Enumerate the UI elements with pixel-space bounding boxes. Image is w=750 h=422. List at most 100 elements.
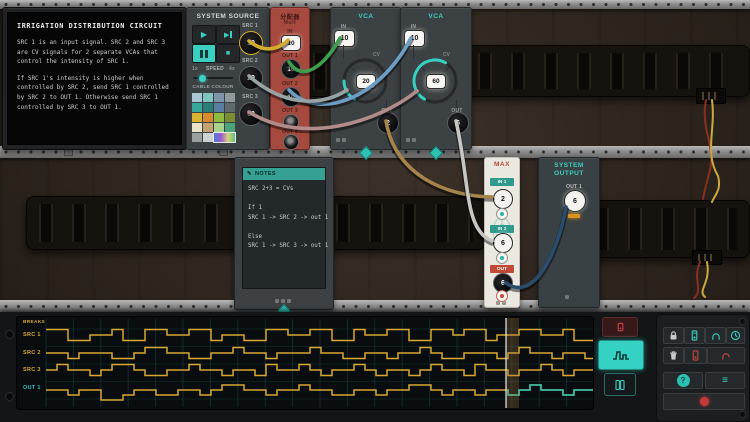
max-in1-port[interactable] <box>496 208 508 220</box>
record-button[interactable] <box>663 393 745 410</box>
delete-cable-icon <box>720 350 732 361</box>
help-icon: ? <box>677 374 690 387</box>
pause-icon <box>200 50 208 58</box>
oscilloscope-screen: BREAKS SRC 1 SRC 2 SRC 3 OUT 1 <box>16 316 594 410</box>
note-line <box>248 195 320 205</box>
max-out-label: OUT <box>490 265 514 273</box>
src2-label: SRC 2 <box>239 58 261 64</box>
puzzle-title: IRRIGATION DISTRIBUTION CIRCUIT <box>17 22 172 30</box>
notes-screen[interactable]: ✎ NOTES SRC 2+3 = CVs If 1SRC 1 -> SRC 2… <box>242 167 326 289</box>
trash-button[interactable] <box>663 347 684 364</box>
cable-colour-swatch[interactable] <box>214 113 224 122</box>
speed-label: SPEED <box>204 66 226 72</box>
panel-screw <box>739 318 746 325</box>
history-button[interactable] <box>726 327 745 344</box>
system-source-module[interactable]: SYSTEM SOURCE ▶ ▶ ■ 1x SPEED 4x CABLE CO… <box>186 7 270 150</box>
game-rack-view: IRRIGATION DISTRIBUTION CIRCUIT SRC 1 is… <box>0 0 750 422</box>
cable-colour-swatch[interactable] <box>192 133 202 142</box>
cable-colour-swatch[interactable] <box>214 93 224 102</box>
src3-label: SRC 3 <box>239 94 261 100</box>
instruction-screen-module[interactable]: IRRIGATION DISTRIBUTION CIRCUIT SRC 1 is… <box>2 7 187 150</box>
add-module-icon <box>689 330 700 341</box>
lock-icon <box>668 330 679 341</box>
step-icon-bar <box>230 31 232 38</box>
module-footer-icons <box>336 138 346 142</box>
record-icon <box>700 397 709 406</box>
panel-screw <box>5 330 14 339</box>
note-line: Else <box>248 233 320 243</box>
play-icon: ▶ <box>201 30 207 39</box>
notes-body[interactable]: SRC 2+3 = CVs If 1SRC 1 -> SRC 2 -> out … <box>243 180 325 257</box>
module-footer-icons <box>406 138 416 142</box>
mult-out4-jack[interactable] <box>283 134 299 150</box>
cable-colour-swatch[interactable] <box>225 93 235 102</box>
max-title: MAX <box>485 161 519 168</box>
system-output-title-2: OUTPUT <box>539 170 599 177</box>
cable-colour-label: CABLE COLOUR <box>190 85 236 90</box>
breaks-alert-button[interactable] <box>602 317 638 337</box>
speed-slider-thumb[interactable] <box>199 75 206 82</box>
sysout-led <box>568 214 580 218</box>
delete-cable-button[interactable] <box>707 347 745 364</box>
vca1-title: VCA <box>331 13 401 20</box>
note-line: SRC 1 -> SRC 2 -> out 1 <box>248 214 320 224</box>
cable-colour-swatch[interactable] <box>225 123 235 132</box>
add-cable-button[interactable] <box>705 327 726 344</box>
delete-module-button[interactable] <box>684 347 707 364</box>
vca2-module[interactable]: VCA IN 10 CV 60 OUT 6 <box>400 7 472 150</box>
menu-button[interactable]: ≡ <box>705 372 745 389</box>
cable-colour-swatch[interactable] <box>225 113 235 122</box>
cable-colour-swatch[interactable] <box>214 103 224 112</box>
module-footer-icons <box>565 295 569 299</box>
history-clock-icon <box>730 330 741 341</box>
note-line: SRC 2+3 = CVs <box>248 185 320 195</box>
puzzle-description-1: SRC 1 is an input signal. SRC 2 and SRC … <box>17 38 172 67</box>
max-in1-knob[interactable]: 2 <box>493 189 513 209</box>
cable-colour-swatch[interactable] <box>203 123 213 132</box>
cable-colour-swatch[interactable] <box>192 123 202 132</box>
cable-colour-swatch[interactable] <box>192 93 202 102</box>
lock-button[interactable] <box>663 327 684 344</box>
busboard-middle-right <box>582 200 750 258</box>
system-source-title: SYSTEM SOURCE <box>187 13 269 20</box>
delete-module-icon <box>690 350 701 361</box>
speed-min-label: 1x <box>192 66 198 72</box>
stop-button[interactable]: ■ <box>216 44 240 63</box>
cable-colour-swatch[interactable] <box>203 93 213 102</box>
notes-title: NOTES <box>255 171 276 177</box>
scope-view-button[interactable] <box>598 340 644 370</box>
stop-icon: ■ <box>226 50 230 57</box>
vca2-cv-value[interactable]: 60 <box>426 74 446 89</box>
rail-mount-glyph <box>219 149 228 156</box>
add-cable-icon <box>710 330 722 341</box>
cable-colour-swatch[interactable] <box>225 103 235 112</box>
help-button[interactable]: ? <box>663 372 703 389</box>
puzzle-description-2: If SRC 1's intensity is higher when cont… <box>17 74 172 112</box>
cable-colour-swatch[interactable] <box>203 113 213 122</box>
rack-view-button[interactable] <box>604 373 636 396</box>
rail-mount-glyph <box>64 149 73 156</box>
add-module-button[interactable] <box>684 327 705 344</box>
power-connector-top <box>696 88 726 104</box>
system-output-title-1: SYSTEM <box>539 162 599 169</box>
control-panel: ? ≡ <box>656 314 750 422</box>
menu-icon: ≡ <box>722 376 728 386</box>
step-icon: ▶ <box>224 31 229 39</box>
cable-colour-swatch[interactable] <box>192 103 202 112</box>
trash-icon <box>668 350 679 361</box>
cable-colour-swatch[interactable] <box>203 103 213 112</box>
cable-colour-swatch[interactable] <box>214 123 224 132</box>
max-in2-knob[interactable]: 6 <box>493 233 513 253</box>
notes-module[interactable]: ✎ NOTES SRC 2+3 = CVs If 1SRC 1 -> SRC 2… <box>234 157 334 310</box>
module-footer-icons <box>275 299 291 303</box>
note-line <box>248 223 320 233</box>
breaks-icon <box>615 322 626 333</box>
max-in2-port[interactable] <box>496 252 508 264</box>
system-output-module[interactable]: SYSTEM OUTPUT OUT 1 6 <box>538 157 600 308</box>
play-button[interactable]: ▶ <box>192 25 216 44</box>
cable-colour-swatch[interactable] <box>192 113 202 122</box>
step-button[interactable]: ▶ <box>216 25 240 44</box>
pause-button[interactable] <box>192 44 216 63</box>
cable-colour-swatch-random[interactable] <box>214 133 235 142</box>
cable-colour-swatch[interactable] <box>203 133 213 142</box>
